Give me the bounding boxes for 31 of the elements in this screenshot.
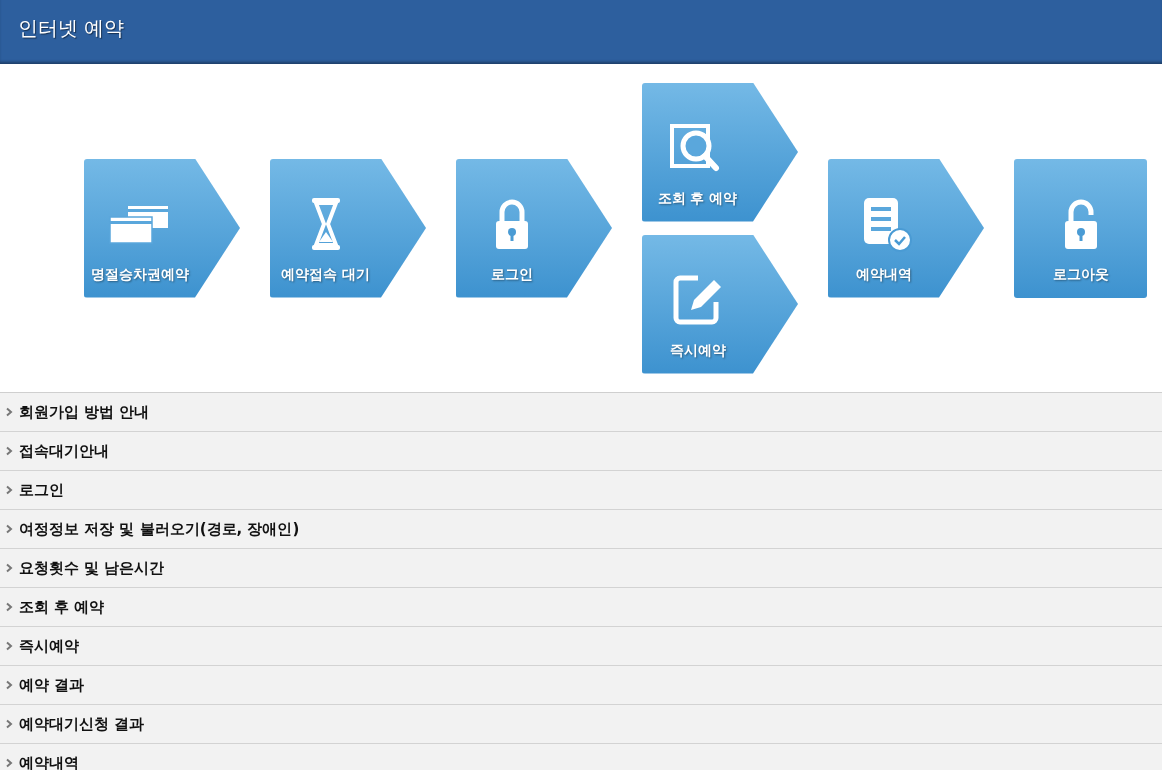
chevron-icon — [5, 719, 13, 729]
accordion-title: 접속대기안내 — [19, 441, 109, 461]
chevron-icon — [5, 758, 13, 768]
accordion-item[interactable]: 접속대기안내 — [0, 432, 1162, 471]
chevron-icon — [5, 563, 13, 573]
accordion-item[interactable]: 예약대기신청 결과 — [0, 705, 1162, 744]
page-title: 인터넷 예약 — [18, 14, 125, 42]
accordion-item[interactable]: 회원가입 방법 안내 — [0, 393, 1162, 432]
chevron-icon — [5, 485, 13, 495]
accordion-title: 예약대기신청 결과 — [19, 714, 145, 734]
accordion-item[interactable]: 요청횟수 및 남은시간 — [0, 549, 1162, 588]
accordion-item[interactable]: 예약 결과 — [0, 666, 1162, 705]
accordion-title: 로그인 — [19, 480, 64, 500]
chevron-icon — [5, 446, 13, 456]
chevron-icon — [5, 680, 13, 690]
accordion-title: 조회 후 예약 — [19, 597, 105, 617]
accordion-item[interactable]: 예약내역 — [0, 744, 1162, 770]
accordion-title: 여정정보 저장 및 불러오기(경로, 장애인) — [19, 519, 300, 539]
accordion-title: 예약내역 — [19, 753, 79, 770]
chevron-icon — [5, 407, 13, 417]
accordion-title: 회원가입 방법 안내 — [19, 402, 150, 422]
chevron-icon — [5, 641, 13, 651]
chevron-icon — [5, 602, 13, 612]
chevron-icon — [5, 524, 13, 534]
accordion-item[interactable]: 로그인 — [0, 471, 1162, 510]
accordion-item[interactable]: 조회 후 예약 — [0, 588, 1162, 627]
accordion-item[interactable]: 여정정보 저장 및 불러오기(경로, 장애인) — [0, 510, 1162, 549]
accordion-title: 즉시예약 — [19, 636, 79, 656]
accordion-title: 요청횟수 및 남은시간 — [19, 558, 165, 578]
accordion-title: 예약 결과 — [19, 675, 85, 695]
accordion-item[interactable]: 즉시예약 — [0, 627, 1162, 666]
